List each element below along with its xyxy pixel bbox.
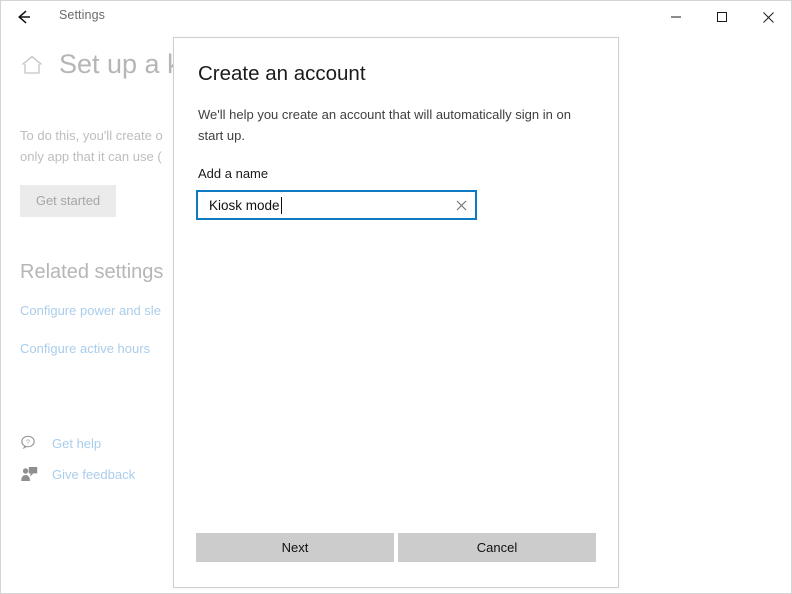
question-bubble-icon: ?	[20, 434, 38, 452]
window-controls	[653, 1, 791, 33]
related-settings-heading: Related settings	[20, 261, 164, 283]
maximize-icon	[716, 11, 728, 23]
give-feedback-label: Give feedback	[52, 466, 136, 482]
create-account-dialog: Create an account We'll help you create …	[173, 37, 619, 588]
minimize-icon	[670, 11, 682, 23]
name-input[interactable]: Kiosk mode	[198, 192, 447, 218]
add-a-name-label: Add a name	[198, 166, 269, 181]
get-started-button[interactable]: Get started	[20, 185, 116, 217]
title-bar: Settings	[1, 1, 791, 33]
page-title: Set up a k	[59, 49, 181, 79]
clear-x-icon	[456, 200, 467, 211]
link-configure-power-and-sleep[interactable]: Configure power and sle	[20, 303, 161, 318]
dialog-description: We'll help you create an account that wi…	[198, 107, 571, 143]
get-help-label: Get help	[52, 435, 102, 451]
settings-window: Settings Set up a k To do this, you'll c…	[0, 0, 792, 594]
name-input-wrapper[interactable]: Kiosk mode	[196, 190, 477, 220]
minimize-button[interactable]	[653, 1, 699, 33]
page-header: Set up a k	[19, 51, 181, 78]
svg-text:?: ?	[26, 440, 30, 447]
get-help-row[interactable]: ? Get help	[20, 434, 101, 452]
next-button[interactable]: Next	[196, 533, 394, 562]
cancel-button[interactable]: Cancel	[398, 533, 596, 562]
clear-name-button[interactable]	[447, 192, 475, 218]
maximize-button[interactable]	[699, 1, 745, 33]
text-caret	[280, 196, 282, 214]
link-configure-active-hours[interactable]: Configure active hours	[20, 341, 150, 356]
back-button[interactable]	[9, 4, 39, 30]
app-title: Settings	[59, 8, 105, 22]
dialog-title: Create an account	[198, 62, 366, 85]
name-input-value: Kiosk mode	[209, 197, 280, 213]
close-icon	[762, 11, 775, 24]
give-feedback-row[interactable]: Give feedback	[20, 465, 135, 483]
dialog-button-row: Next Cancel	[196, 533, 596, 562]
back-arrow-icon	[14, 7, 34, 27]
person-feedback-icon	[20, 465, 38, 483]
close-button[interactable]	[745, 1, 791, 33]
home-icon[interactable]	[19, 52, 45, 78]
